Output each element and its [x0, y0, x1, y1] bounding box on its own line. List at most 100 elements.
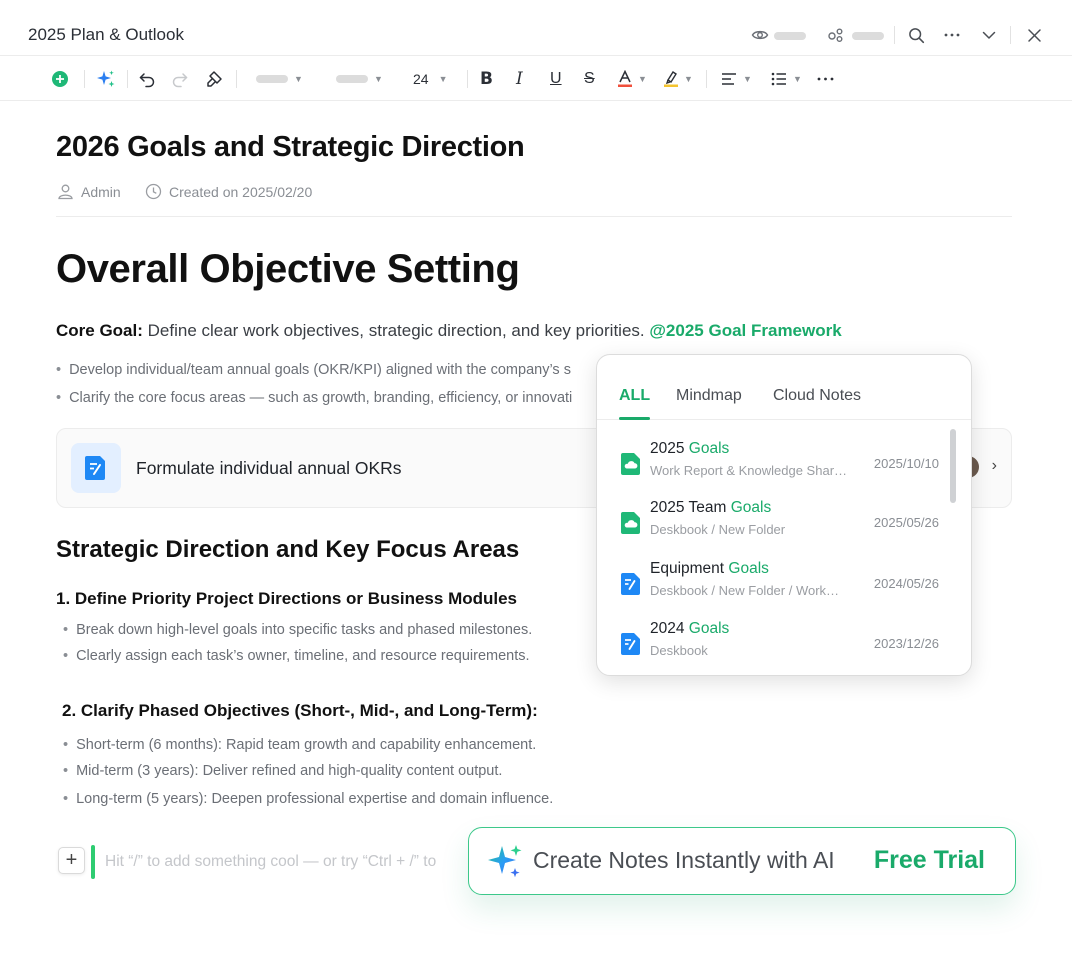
divider: [1010, 26, 1011, 44]
format-painter-icon[interactable]: [205, 68, 223, 90]
search-result-item[interactable]: 2024 Goals Deskbook 2023/12/26: [597, 615, 971, 673]
chevron-down-icon[interactable]: [980, 26, 998, 44]
collaborators-placeholder: [852, 32, 884, 40]
result-path: Deskbook / New Folder / Work…: [650, 583, 840, 598]
chevron-down-icon: ▼: [294, 74, 303, 84]
ai-sparkle-icon[interactable]: [96, 68, 116, 90]
list-item[interactable]: Break down high-level goals into specifi…: [63, 622, 532, 638]
highlight-color-select[interactable]: ▼: [664, 68, 693, 90]
cloud-note-icon: [621, 512, 640, 534]
chevron-down-icon: ▼: [638, 74, 647, 84]
text-color-select[interactable]: ▼: [618, 68, 647, 90]
search-result-item[interactable]: 2025 Goals Work Report & Knowledge Shar……: [597, 435, 971, 493]
popup-scrollbar[interactable]: [950, 429, 956, 503]
section-2-title[interactable]: 2. Clarify Phased Objectives (Short-, Mi…: [62, 701, 538, 721]
active-tab-indicator: [619, 417, 650, 420]
result-path: Deskbook: [650, 643, 708, 658]
tab-mindmap[interactable]: Mindmap: [676, 387, 742, 405]
divider: [236, 70, 237, 88]
result-name: Equipment Goals: [650, 560, 769, 577]
divider: [706, 70, 707, 88]
viewers-placeholder: [774, 32, 806, 40]
divider: [894, 26, 895, 44]
title-bar: 2025 Plan & Outlook: [0, 0, 1072, 56]
text-cursor: [91, 845, 95, 879]
chevron-down-icon: ▼: [793, 74, 802, 84]
search-result-item[interactable]: 2025 Team Goals Deskbook / New Folder 20…: [597, 494, 971, 552]
divider: [84, 70, 85, 88]
core-goal-label: Core Goal:: [56, 321, 143, 340]
author-name: Admin: [81, 183, 121, 200]
underline-button[interactable]: U: [550, 68, 562, 90]
popup-tabs: ALL Mindmap Cloud Notes: [597, 355, 971, 420]
section-1-title[interactable]: 1. Define Priority Project Directions or…: [56, 589, 517, 609]
chevron-down-icon: ▼: [374, 74, 383, 84]
list-item[interactable]: Clearly assign each task’s owner, timeli…: [63, 648, 529, 664]
font-size-value: 24: [413, 71, 429, 87]
undo-icon[interactable]: [138, 68, 156, 90]
divider: [127, 70, 128, 88]
insert-button[interactable]: [51, 68, 69, 90]
strikethrough-button[interactable]: S: [584, 68, 595, 90]
ai-sparkle-icon: [488, 845, 522, 878]
result-path: Deskbook / New Folder: [650, 522, 786, 537]
redo-icon[interactable]: [171, 68, 189, 90]
document-icon: [71, 443, 121, 493]
bold-button[interactable]: B: [480, 68, 493, 90]
window-title: 2025 Plan & Outlook: [28, 25, 184, 44]
paragraph-style-select[interactable]: ▼: [256, 68, 303, 90]
ai-banner-text: Create Notes Instantly with AI: [533, 847, 835, 873]
clock-icon: [145, 183, 162, 200]
font-family-select[interactable]: ▼: [336, 68, 383, 90]
more-options-icon[interactable]: [817, 68, 834, 90]
heading-strategic-direction[interactable]: Strategic Direction and Key Focus Areas: [56, 536, 519, 564]
author-meta: Admin: [57, 183, 121, 200]
created-date: Created on 2025/02/20: [169, 183, 313, 200]
list-item[interactable]: Long-term (5 years): Deepen professional…: [63, 791, 553, 807]
share-icon[interactable]: [827, 26, 845, 44]
heading-overall-objective[interactable]: Overall Objective Setting: [56, 247, 520, 292]
mention-search-popup: ALL Mindmap Cloud Notes 2025 Goals Work …: [596, 354, 972, 676]
list-item[interactable]: Clarify the core focus areas — such as g…: [56, 390, 572, 406]
font-size-select[interactable]: 24 ▼: [413, 68, 448, 90]
cloud-note-icon: [621, 453, 640, 475]
chevron-down-icon: ▼: [743, 74, 752, 84]
result-name: 2024 Goals: [650, 620, 730, 637]
user-icon: [58, 184, 73, 200]
result-path: Work Report & Knowledge Shar…: [650, 463, 848, 478]
add-block-button[interactable]: +: [58, 847, 85, 874]
more-icon[interactable]: [943, 26, 961, 44]
mention-link[interactable]: @2025 Goal Framework: [649, 321, 841, 340]
document-icon: [621, 573, 640, 595]
tab-all[interactable]: ALL: [619, 387, 650, 405]
align-select[interactable]: ▼: [721, 68, 752, 90]
editor-placeholder[interactable]: Hit “/” to add something cool — or try “…: [105, 853, 436, 871]
search-icon[interactable]: [907, 26, 925, 44]
free-trial-button[interactable]: Free Trial: [874, 846, 985, 875]
document-title[interactable]: 2026 Goals and Strategic Direction: [56, 131, 525, 164]
chevron-down-icon: ▼: [684, 74, 693, 84]
formatting-toolbar: ▼ ▼ 24 ▼ B I U S ▼ ▼ ▼ ▼: [0, 56, 1072, 101]
created-meta: Created on 2025/02/20: [145, 183, 312, 200]
chevron-right-icon[interactable]: ›: [992, 457, 997, 475]
chevron-down-icon: ▼: [438, 74, 448, 84]
ai-promo-banner[interactable]: Create Notes Instantly with AI Free Tria…: [468, 827, 1016, 895]
core-goal-paragraph[interactable]: Core Goal: Define clear work objectives,…: [56, 321, 842, 341]
tab-cloud-notes[interactable]: Cloud Notes: [773, 387, 861, 405]
italic-button[interactable]: I: [516, 68, 523, 90]
list-item[interactable]: Mid-term (3 years): Deliver refined and …: [63, 763, 502, 779]
result-date: 2025/05/26: [873, 515, 939, 530]
result-date: 2025/10/10: [873, 456, 939, 471]
close-icon[interactable]: [1025, 26, 1043, 44]
list-item[interactable]: Develop individual/team annual goals (OK…: [56, 362, 571, 378]
result-name: 2025 Goals: [650, 440, 730, 457]
divider: [467, 70, 468, 88]
card-label: Formulate individual annual OKRs: [136, 458, 402, 478]
core-goal-text: Define clear work objectives, strategic …: [142, 321, 650, 340]
divider: [56, 216, 1012, 217]
list-select[interactable]: ▼: [771, 68, 802, 90]
search-result-item[interactable]: Equipment Goals Deskbook / New Folder / …: [597, 555, 971, 613]
list-item[interactable]: Short-term (6 months): Rapid team growth…: [63, 737, 536, 753]
result-name: 2025 Team Goals: [650, 499, 772, 516]
eye-icon[interactable]: [751, 26, 769, 44]
